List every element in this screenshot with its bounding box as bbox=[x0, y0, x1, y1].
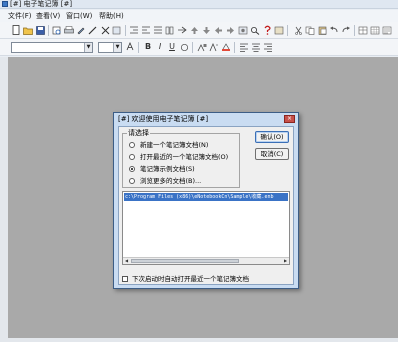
auto-open-label: 下次启动时自动打开最近一个笔记簿文档 bbox=[132, 274, 249, 283]
menu-view[interactable]: 查看(V) bbox=[36, 12, 60, 20]
print-preview-icon[interactable] bbox=[52, 25, 62, 35]
paste-icon[interactable] bbox=[317, 25, 327, 35]
toolbar-separator bbox=[234, 42, 235, 53]
menu-help[interactable]: 帮助(H) bbox=[99, 12, 124, 20]
arrow-down-icon[interactable] bbox=[201, 25, 211, 35]
help-icon[interactable] bbox=[262, 25, 272, 35]
underline-button[interactable]: U bbox=[167, 42, 177, 52]
toolbar-separator bbox=[287, 25, 288, 36]
align-icon[interactable] bbox=[153, 25, 163, 35]
indent-left-icon[interactable] bbox=[129, 25, 139, 35]
window-title: [#] 电子笔记簿 [#] bbox=[10, 0, 73, 8]
redo2-icon[interactable] bbox=[341, 25, 351, 35]
cancel-button[interactable]: 取消(C) bbox=[255, 148, 289, 160]
radio-button[interactable] bbox=[129, 141, 135, 148]
arrow-right-icon[interactable] bbox=[225, 25, 235, 35]
bold-button[interactable]: B bbox=[143, 42, 153, 52]
radio-button-selected[interactable] bbox=[129, 165, 135, 172]
size-combo[interactable]: ▼ bbox=[98, 42, 122, 53]
toolbar-separator bbox=[354, 25, 355, 36]
toolbar-separator bbox=[125, 25, 126, 36]
radio-button[interactable] bbox=[129, 177, 135, 184]
redo-icon[interactable] bbox=[177, 25, 187, 35]
chevron-down-icon[interactable]: ▼ bbox=[84, 43, 92, 52]
new-icon[interactable] bbox=[11, 25, 21, 35]
radio-new-notebook[interactable]: 新建一个笔记簿文档(N) bbox=[129, 140, 208, 149]
table-icon[interactable] bbox=[358, 25, 368, 35]
settings-icon[interactable] bbox=[238, 25, 248, 35]
dialog-body: 请选择 新建一个笔记簿文档(N) 打开最近的一个笔记簿文档(O) 笔记簿示例文档… bbox=[118, 126, 294, 285]
font-combo[interactable]: ▼ bbox=[11, 42, 93, 53]
radio-label: 浏览更多的文档(B)... bbox=[140, 176, 202, 185]
format-toolbar: ▼ ▼ B I U bbox=[0, 39, 398, 56]
arrow-left-icon[interactable] bbox=[213, 25, 223, 35]
welcome-dialog: [#] 欢迎使用电子笔记簿 [#] × 请选择 新建一个笔记簿文档(N) 打开最… bbox=[113, 112, 299, 289]
auto-open-checkbox[interactable] bbox=[122, 275, 128, 282]
radio-open-recent[interactable]: 打开最近的一个笔记簿文档(O) bbox=[129, 152, 228, 161]
dropper-icon[interactable] bbox=[76, 25, 86, 35]
chevron-down-icon[interactable]: ▼ bbox=[113, 43, 121, 52]
find-icon[interactable] bbox=[250, 25, 260, 35]
title-bar: [#] 电子笔记簿 [#] bbox=[0, 0, 398, 9]
arrow-up-icon[interactable] bbox=[189, 25, 199, 35]
notebook-app-icon bbox=[2, 1, 8, 7]
grid-icon[interactable] bbox=[370, 25, 380, 35]
toolbar-separator bbox=[48, 25, 49, 36]
italic-button[interactable]: I bbox=[155, 42, 165, 52]
sheet-icon[interactable] bbox=[382, 25, 392, 35]
undo-icon[interactable] bbox=[329, 25, 339, 35]
font-size-icon[interactable] bbox=[209, 42, 219, 52]
radio-browse-more[interactable]: 浏览更多的文档(B)... bbox=[129, 176, 201, 185]
print-icon[interactable] bbox=[64, 25, 74, 35]
columns-icon[interactable] bbox=[165, 25, 175, 35]
cut-icon[interactable] bbox=[293, 25, 303, 35]
dialog-title: [#] 欢迎使用电子笔记簿 [#] bbox=[118, 115, 209, 123]
app-window: [#] 电子笔记簿 [#] 文件(F) 查看(V) 窗口(W) 帮助(H) ▼ … bbox=[0, 0, 398, 342]
radio-label: 笔记簿示例文档(S) bbox=[140, 164, 195, 173]
list-item-selected[interactable]: c:\Program Files (x86)\eNotebookCn\Sampl… bbox=[124, 193, 288, 201]
auto-open-option[interactable]: 下次启动时自动打开最近一个笔记簿文档 bbox=[122, 274, 249, 283]
scroll-thumb[interactable] bbox=[131, 259, 239, 263]
scroll-right-icon[interactable]: ▶ bbox=[282, 258, 289, 264]
info-icon[interactable] bbox=[274, 25, 284, 35]
choice-group-label: 请选择 bbox=[127, 129, 150, 137]
indent-right-icon[interactable] bbox=[141, 25, 151, 35]
align-center-icon[interactable] bbox=[251, 42, 261, 52]
pen-icon[interactable] bbox=[88, 25, 98, 35]
horizontal-scrollbar[interactable]: ◀ ▶ bbox=[123, 257, 289, 264]
strikethrough-icon[interactable] bbox=[179, 42, 189, 52]
menu-bar: 文件(F) 查看(V) 窗口(W) 帮助(H) bbox=[0, 10, 398, 22]
menu-file[interactable]: 文件(F) bbox=[8, 12, 32, 20]
delete-icon[interactable] bbox=[100, 25, 110, 35]
choice-group: 请选择 新建一个笔记簿文档(N) 打开最近的一个笔记簿文档(O) 笔记簿示例文档… bbox=[122, 129, 240, 188]
highlight-icon[interactable] bbox=[221, 42, 231, 52]
toolbar-separator bbox=[138, 42, 139, 53]
left-dock-strip bbox=[0, 57, 8, 342]
superscript-icon[interactable] bbox=[197, 42, 207, 52]
open-icon[interactable] bbox=[23, 25, 33, 35]
align-right-icon[interactable] bbox=[263, 42, 273, 52]
radio-label: 打开最近的一个笔记簿文档(O) bbox=[140, 152, 229, 161]
radio-button[interactable] bbox=[129, 153, 135, 160]
radio-label: 新建一个笔记簿文档(N) bbox=[140, 140, 209, 149]
scroll-left-icon[interactable]: ◀ bbox=[123, 258, 130, 264]
toolbar-separator bbox=[192, 42, 193, 53]
main-toolbar bbox=[0, 22, 398, 39]
copy-icon[interactable] bbox=[305, 25, 315, 35]
status-bar bbox=[0, 338, 398, 342]
ok-button[interactable]: 确认(O) bbox=[255, 131, 289, 143]
align-left-icon[interactable] bbox=[239, 42, 249, 52]
text-color-icon[interactable] bbox=[125, 42, 135, 52]
recent-file-list[interactable]: c:\Program Files (x86)\eNotebookCn\Sampl… bbox=[122, 191, 290, 265]
close-icon[interactable]: × bbox=[284, 115, 295, 123]
radio-sample-notebook[interactable]: 笔记簿示例文档(S) bbox=[129, 164, 195, 173]
bookmark-icon[interactable] bbox=[112, 25, 122, 35]
menu-window[interactable]: 窗口(W) bbox=[66, 12, 92, 20]
save-icon[interactable] bbox=[35, 25, 45, 35]
